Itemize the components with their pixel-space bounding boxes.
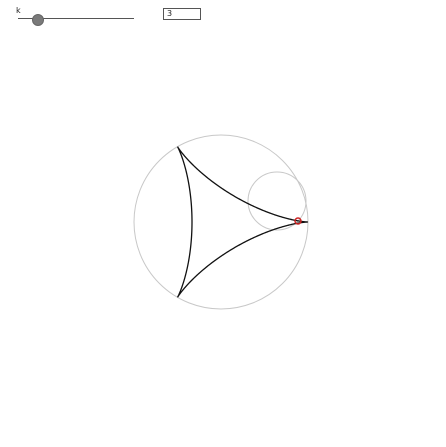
fixed-circle [133, 134, 309, 310]
deltoid-curve [176, 146, 308, 298]
graphics-canvas [133, 134, 309, 310]
